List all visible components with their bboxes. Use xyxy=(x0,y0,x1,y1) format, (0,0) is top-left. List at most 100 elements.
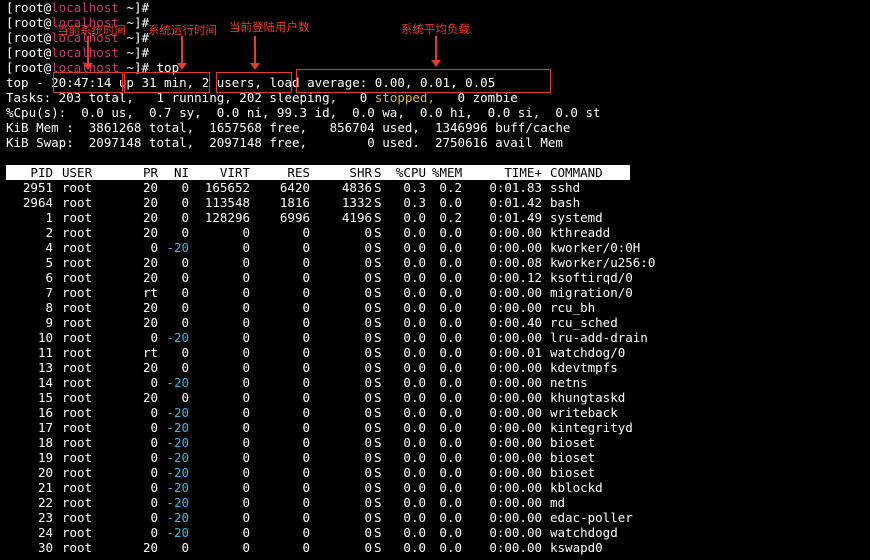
proc-mem: 0.0 xyxy=(439,465,462,480)
proc-nice: 0 xyxy=(181,180,189,195)
proc-command: migration/0 xyxy=(550,285,633,300)
proc-mem: 0.0 xyxy=(439,300,462,315)
proc-state: S xyxy=(374,270,382,285)
proc-command: watchdog/0 xyxy=(550,345,626,360)
proc-nice: 0 xyxy=(181,225,189,240)
proc-mem: 0.0 xyxy=(439,420,462,435)
proc-priority: 0 xyxy=(150,420,158,435)
annotation-label-load: 系统平均负载 xyxy=(401,22,470,36)
process-row: 6 root 20 0 0 0 0 S 0.0 0.0 0:00.12 ksoftirqd/0 xyxy=(6,270,870,285)
proc-res: 0 xyxy=(302,270,310,285)
proc-res: 0 xyxy=(302,480,310,495)
proc-time: 0:01.42 xyxy=(489,195,542,210)
proc-user: root xyxy=(62,345,93,360)
proc-nice: -20 xyxy=(166,450,189,465)
proc-shr: 4836 xyxy=(341,180,372,195)
col-command: COMMAND xyxy=(550,165,603,180)
proc-shr: 0 xyxy=(364,270,372,285)
proc-state: S xyxy=(374,195,382,210)
proc-virt: 128296 xyxy=(204,210,250,225)
proc-cpu: 0.0 xyxy=(403,525,426,540)
proc-shr: 0 xyxy=(364,465,372,480)
prompt-user: [root@ xyxy=(6,15,52,30)
proc-cpu: 0.3 xyxy=(403,195,426,210)
proc-user: root xyxy=(62,465,93,480)
proc-virt: 0 xyxy=(242,405,250,420)
proc-virt: 165652 xyxy=(204,180,250,195)
proc-user: root xyxy=(62,210,93,225)
proc-user: root xyxy=(62,255,93,270)
proc-mem: 0.0 xyxy=(439,525,462,540)
proc-res: 0 xyxy=(302,525,310,540)
proc-priority: 20 xyxy=(142,210,158,225)
proc-res: 0 xyxy=(302,450,310,465)
proc-user: root xyxy=(62,240,93,255)
proc-priority: 20 xyxy=(142,195,158,210)
proc-user: root xyxy=(62,525,93,540)
proc-priority: 20 xyxy=(142,225,158,240)
proc-shr: 0 xyxy=(364,435,372,450)
proc-user: root xyxy=(62,285,93,300)
proc-time: 0:00.00 xyxy=(489,525,542,540)
proc-pid: 24 xyxy=(37,525,53,540)
proc-cpu: 0.0 xyxy=(403,270,426,285)
prompt-user: [root@ xyxy=(6,30,52,45)
proc-cpu: 0.0 xyxy=(403,375,426,390)
proc-mem: 0.2 xyxy=(439,180,462,195)
proc-priority: 0 xyxy=(150,450,158,465)
proc-mem: 0.0 xyxy=(439,390,462,405)
proc-user: root xyxy=(62,330,93,345)
proc-state: S xyxy=(374,480,382,495)
proc-nice: -20 xyxy=(166,435,189,450)
process-row: 16 root 0 -20 0 0 0 S 0.0 0.0 0:00.00 writeback xyxy=(6,405,870,420)
process-row: 15 root 20 0 0 0 0 S 0.0 0.0 0:00.00 khungtaskd xyxy=(6,390,870,405)
proc-virt: 0 xyxy=(242,375,250,390)
proc-res: 6420 xyxy=(279,180,310,195)
proc-nice: 0 xyxy=(181,540,189,555)
proc-cpu: 0.0 xyxy=(403,225,426,240)
proc-time: 0:01.49 xyxy=(489,210,542,225)
proc-priority: 0 xyxy=(150,480,158,495)
proc-pid: 23 xyxy=(37,510,53,525)
proc-state: S xyxy=(374,180,382,195)
proc-res: 0 xyxy=(302,405,310,420)
proc-priority: 0 xyxy=(150,240,158,255)
proc-user: root xyxy=(62,405,93,420)
annotation-label-time: 当前系统时间 xyxy=(57,23,126,37)
proc-nice: 0 xyxy=(181,210,189,225)
proc-command: systemd xyxy=(550,210,603,225)
proc-virt: 0 xyxy=(242,270,250,285)
proc-res: 0 xyxy=(302,495,310,510)
proc-nice: -20 xyxy=(166,510,189,525)
proc-res: 6996 xyxy=(279,210,310,225)
proc-res: 0 xyxy=(302,420,310,435)
proc-priority: rt xyxy=(142,285,158,300)
col-time: TIME+ xyxy=(504,165,542,180)
col-cpu: %CPU xyxy=(395,165,426,180)
proc-pid: 22 xyxy=(37,495,53,510)
proc-cpu: 0.0 xyxy=(403,480,426,495)
proc-time: 0:00.00 xyxy=(489,420,542,435)
proc-user: root xyxy=(62,300,93,315)
proc-mem: 0.0 xyxy=(439,240,462,255)
proc-priority: 0 xyxy=(150,330,158,345)
proc-time: 0:00.40 xyxy=(489,315,542,330)
proc-state: S xyxy=(374,285,382,300)
proc-user: root xyxy=(62,420,93,435)
proc-shr: 0 xyxy=(364,510,372,525)
proc-mem: 0.0 xyxy=(439,255,462,270)
proc-state: S xyxy=(374,540,382,555)
proc-mem: 0.0 xyxy=(439,405,462,420)
proc-priority: 0 xyxy=(150,510,158,525)
proc-state: S xyxy=(374,240,382,255)
proc-state: S xyxy=(374,405,382,420)
annotation-arrow-time xyxy=(83,36,93,70)
proc-time: 0:00.00 xyxy=(489,300,542,315)
proc-cpu: 0.0 xyxy=(403,390,426,405)
proc-nice: 0 xyxy=(181,195,189,210)
proc-nice: 0 xyxy=(181,255,189,270)
proc-mem: 0.0 xyxy=(439,360,462,375)
proc-user: root xyxy=(62,195,93,210)
proc-mem: 0.0 xyxy=(439,225,462,240)
proc-time: 0:00.00 xyxy=(489,540,542,555)
